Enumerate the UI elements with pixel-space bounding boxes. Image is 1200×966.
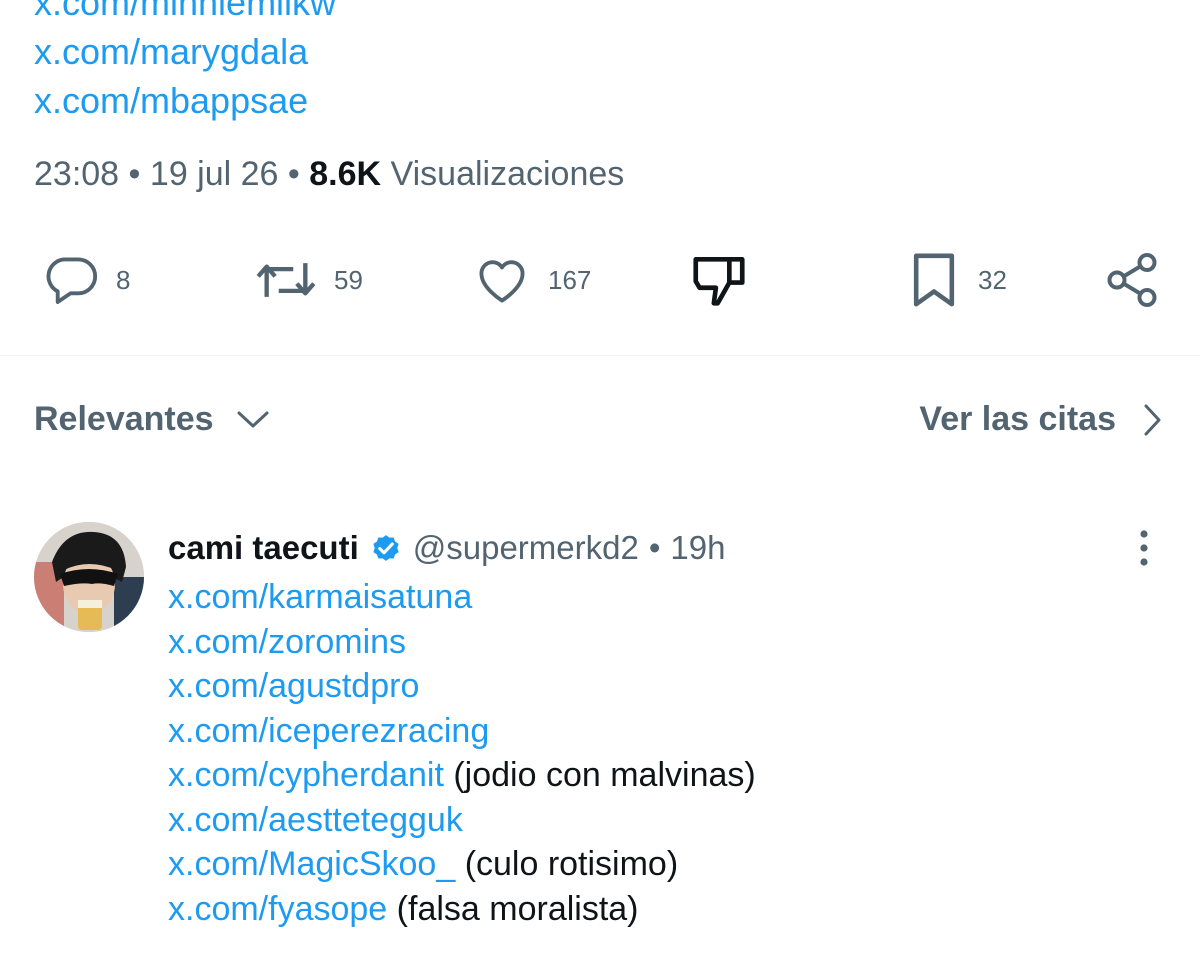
- tweet-links: x.com/minniemilkw x.com/marygdala x.com/…: [34, 0, 336, 125]
- reply-line: x.com/karmaisatuna: [168, 575, 756, 620]
- views-label[interactable]: Visualizaciones: [391, 155, 625, 193]
- avatar[interactable]: [34, 522, 144, 632]
- reply-line: x.com/iceperezracing: [168, 709, 756, 754]
- meta-separator: •: [128, 155, 141, 193]
- reply-count: 8: [116, 264, 131, 295]
- reply-link[interactable]: x.com/MagicSkoo_: [168, 845, 455, 883]
- reply-line: x.com/aesttetegguk: [168, 798, 756, 843]
- reply-line: x.com/cypherdanit (jodio con malvinas): [168, 753, 756, 798]
- reply-icon: [46, 257, 98, 304]
- repost-count: 59: [334, 264, 363, 295]
- reply-line: x.com/MagicSkoo_ (culo rotisimo): [168, 842, 756, 887]
- author-name[interactable]: cami taecuti: [168, 526, 359, 570]
- tweet-actions: 8 59 167 32: [0, 245, 1200, 315]
- header-separator: •: [648, 529, 661, 566]
- reply-line: x.com/zoromins: [168, 620, 756, 665]
- tweet-date[interactable]: 19 jul 26: [150, 155, 279, 193]
- repost-button[interactable]: 59: [254, 245, 363, 315]
- bookmark-count: 32: [978, 264, 1007, 295]
- verified-badge-icon: [373, 535, 399, 561]
- tweet-link[interactable]: x.com/marygdala: [34, 31, 308, 72]
- reply-button[interactable]: 8: [42, 245, 130, 315]
- divider: [0, 355, 1200, 356]
- reply-line: x.com/fyasope (falsa moralista): [168, 887, 756, 932]
- more-options-button[interactable]: [1126, 528, 1162, 568]
- reply-link[interactable]: x.com/cypherdanit: [168, 756, 444, 794]
- sort-dropdown[interactable]: Relevantes: [34, 400, 270, 439]
- thumbs-down-icon: [693, 257, 745, 306]
- reply-link[interactable]: x.com/fyasope: [168, 890, 387, 928]
- view-quotes-label: Ver las citas: [919, 400, 1116, 438]
- meta-separator: •: [287, 155, 300, 193]
- reply-link[interactable]: x.com/agustdpro: [168, 667, 419, 705]
- reply-note: (culo rotisimo): [464, 845, 679, 883]
- avatar-image: [34, 522, 144, 632]
- dislike-button[interactable]: [688, 245, 750, 315]
- reply-link[interactable]: x.com/karmaisatuna: [168, 578, 472, 616]
- sort-label: Relevantes: [34, 400, 214, 438]
- tweet-time[interactable]: 23:08: [34, 155, 119, 193]
- author-handle[interactable]: @supermerkd2: [413, 526, 639, 570]
- chevron-right-icon: [1144, 404, 1161, 435]
- tweet-link[interactable]: x.com/mbappsae: [34, 80, 308, 121]
- like-count: 167: [548, 264, 592, 295]
- reply-time[interactable]: 19h: [670, 526, 725, 570]
- reply-line: x.com/agustdpro: [168, 664, 756, 709]
- view-quotes-link[interactable]: Ver las citas: [919, 400, 1164, 439]
- more-vertical-icon: [1140, 530, 1148, 566]
- views-count: 8.6K: [309, 155, 382, 193]
- reply-link[interactable]: x.com/zoromins: [168, 623, 406, 661]
- reply-link[interactable]: x.com/iceperezracing: [168, 712, 489, 750]
- reply-header: cami taecuti @supermerkd2 • 19h: [168, 526, 725, 570]
- bookmark-icon: [913, 253, 955, 307]
- reply-link[interactable]: x.com/aesttetegguk: [168, 801, 463, 839]
- repost-icon: [256, 263, 316, 297]
- tweet-link[interactable]: x.com/minniemilkw: [34, 0, 336, 23]
- reply-text: x.com/karmaisatuna x.com/zoromins x.com/…: [168, 575, 756, 931]
- chevron-down-icon: [237, 411, 269, 427]
- bookmark-button[interactable]: 32: [906, 245, 1007, 315]
- share-button[interactable]: [1102, 245, 1162, 315]
- reply-note: (jodio con malvinas): [453, 756, 756, 794]
- share-icon: [1107, 253, 1157, 307]
- replies-sort-bar: Relevantes Ver las citas: [34, 400, 1164, 450]
- reply-note: (falsa moralista): [396, 889, 639, 928]
- tweet-meta: 23:08 • 19 jul 26 • 8.6K Visualizaciones: [34, 152, 624, 196]
- like-button[interactable]: 167: [472, 245, 591, 315]
- heart-icon: [479, 260, 525, 303]
